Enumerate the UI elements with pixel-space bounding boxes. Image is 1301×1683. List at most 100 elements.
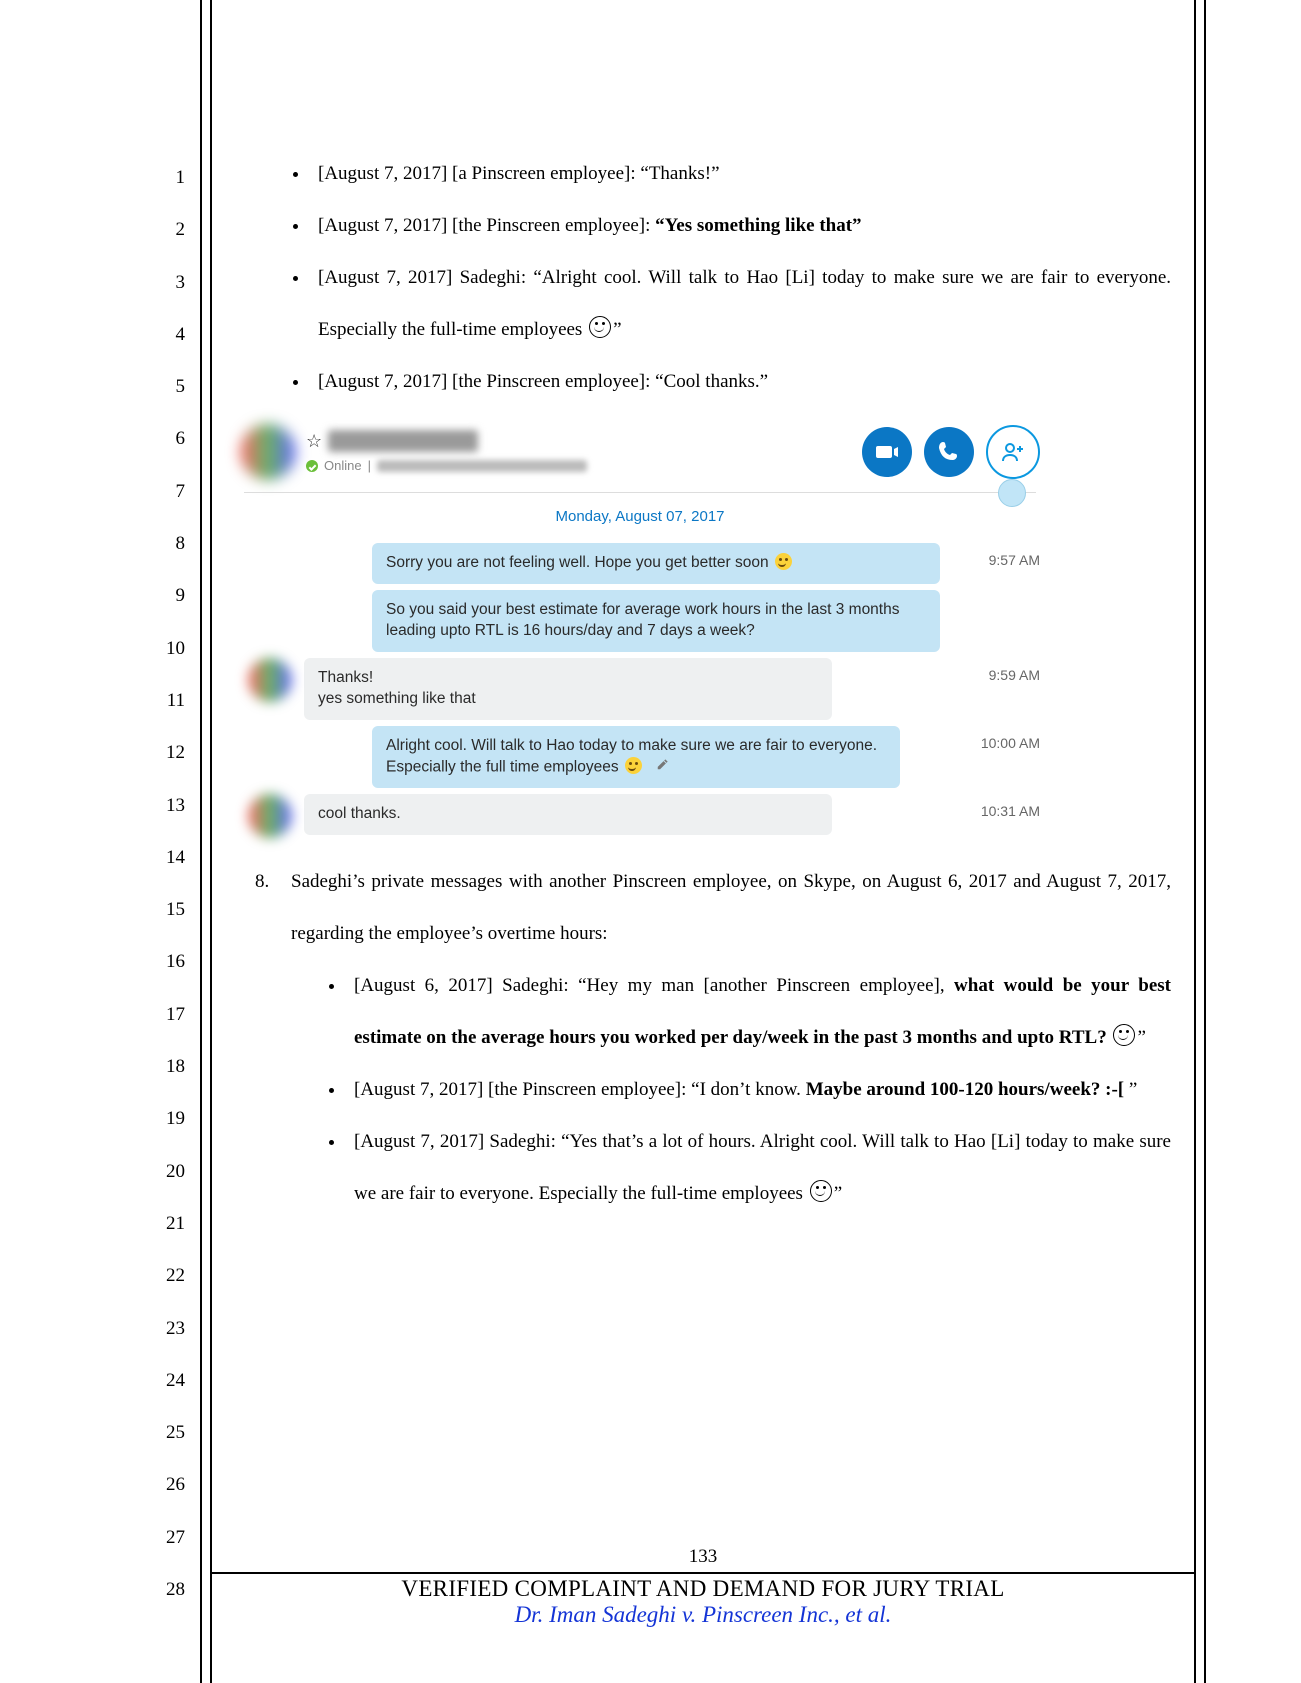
add-contact-button[interactable] — [986, 425, 1040, 479]
outgoing-message: So you said your best estimate for avera… — [372, 590, 940, 652]
message-row: Thanks! yes something like that 9:59 AM — [240, 658, 1040, 720]
avatar — [248, 658, 292, 702]
bullet-text: [August 7, 2017] [a Pinscreen employee]:… — [318, 163, 720, 184]
vertical-rule-right — [1194, 0, 1206, 1683]
footer-rule — [210, 1572, 1196, 1574]
bullet-item: [August 7, 2017] [a Pinscreen employee]:… — [310, 148, 1171, 200]
page-footer: 133 VERIFIED COMPLAINT AND DEMAND FOR JU… — [210, 1546, 1196, 1628]
message-timestamp: 10:31 AM — [965, 794, 1040, 821]
line-number: 16 — [155, 936, 185, 988]
line-number: 9 — [155, 570, 185, 622]
smiley-icon — [1113, 1024, 1135, 1046]
line-number: 19 — [155, 1093, 185, 1145]
add-person-icon — [1001, 440, 1025, 464]
line-number: 10 — [155, 623, 185, 675]
line-number: 21 — [155, 1198, 185, 1250]
line-number: 5 — [155, 361, 185, 413]
line-number: 2 — [155, 204, 185, 256]
header-separator — [244, 492, 1036, 493]
line-number: 18 — [155, 1041, 185, 1093]
video-camera-icon — [875, 440, 899, 464]
avatar — [240, 424, 296, 480]
vertical-rule-left — [200, 0, 212, 1683]
line-number: 23 — [155, 1303, 185, 1355]
message-timestamp: 10:00 AM — [965, 726, 1040, 753]
smiley-emoji-icon — [775, 553, 792, 570]
message-text: So you said your best estimate for avera… — [386, 601, 899, 639]
message-timestamp: 9:57 AM — [973, 543, 1040, 570]
line-number: 14 — [155, 832, 185, 884]
bullet-text: ” — [1137, 1027, 1145, 1048]
message-text: yes something like that — [318, 689, 818, 710]
footer-title: VERIFIED COMPLAINT AND DEMAND FOR JURY T… — [210, 1576, 1196, 1602]
bullet-bold: Maybe around 100-120 hours/week? :-[ — [806, 1079, 1129, 1100]
line-number: 3 — [155, 257, 185, 309]
bullet-text: [August 7, 2017] Sadeghi: “Yes that’s a … — [354, 1131, 1171, 1204]
separator: | — [368, 457, 371, 475]
paragraph-text: Sadeghi’s private messages with another … — [291, 871, 1171, 944]
line-number: 20 — [155, 1146, 185, 1198]
numbered-paragraph: 8. Sadeghi’s private messages with anoth… — [255, 856, 1171, 1220]
line-numbers: 1234567891011121314151617181920212223242… — [155, 152, 185, 1616]
line-number: 22 — [155, 1250, 185, 1302]
message-timestamp: 9:59 AM — [973, 658, 1040, 685]
line-number: 17 — [155, 989, 185, 1041]
line-number: 15 — [155, 884, 185, 936]
line-number: 11 — [155, 675, 185, 727]
incoming-message: cool thanks. — [304, 794, 832, 835]
bullet-item: [August 6, 2017] Sadeghi: “Hey my man [a… — [346, 960, 1171, 1064]
bullet-item: [August 7, 2017] [the Pinscreen employee… — [310, 200, 1171, 252]
bullet-text: ” — [613, 319, 621, 340]
line-number: 8 — [155, 518, 185, 570]
line-number: 24 — [155, 1355, 185, 1407]
message-row: Alright cool. Will talk to Hao today to … — [240, 726, 1040, 788]
message-text: cool thanks. — [318, 805, 401, 822]
edited-icon — [656, 757, 670, 778]
bullet-text: [August 7, 2017] [the Pinscreen employee… — [318, 215, 655, 236]
outgoing-message: Alright cool. Will talk to Hao today to … — [372, 726, 900, 788]
favorite-star-icon[interactable]: ☆ — [306, 429, 322, 453]
line-number: 1 — [155, 152, 185, 204]
bullet-text: [August 6, 2017] Sadeghi: “Hey my man [a… — [354, 975, 954, 996]
outgoing-message: Sorry you are not feeling well. Hope you… — [372, 543, 940, 584]
bullet-text: ” — [834, 1183, 842, 1204]
redacted-location — [377, 460, 587, 472]
bullet-item: [August 7, 2017] Sadeghi: “Alright cool.… — [310, 252, 1171, 356]
presence-online-icon — [306, 460, 318, 472]
smiley-emoji-icon — [625, 757, 642, 774]
bullet-text: ” — [1129, 1079, 1137, 1100]
skype-header: ☆ Online | — [230, 416, 1050, 492]
avatar — [248, 794, 292, 838]
line-number: 28 — [155, 1564, 185, 1616]
line-number: 12 — [155, 727, 185, 779]
video-call-button[interactable] — [862, 427, 912, 477]
message-text: Sorry you are not feeling well. Hope you… — [386, 554, 773, 571]
bullet-text: [August 7, 2017] Sadeghi: “Alright cool.… — [318, 267, 1171, 340]
smiley-icon — [810, 1180, 832, 1202]
skype-screenshot: ☆ Online | — [230, 416, 1050, 838]
line-number: 6 — [155, 413, 185, 465]
bullet-item: [August 7, 2017] [the Pinscreen employee… — [310, 356, 1171, 408]
paragraph-number: 8. — [255, 856, 291, 1220]
message-text: Thanks! — [318, 668, 818, 689]
audio-call-button[interactable] — [924, 427, 974, 477]
bullet-item: [August 7, 2017] [the Pinscreen employee… — [346, 1064, 1171, 1116]
bullet-bold: “Yes something like that” — [655, 215, 861, 236]
message-row: cool thanks. 10:31 AM — [240, 794, 1040, 838]
bullet-text: [August 7, 2017] [the Pinscreen employee… — [354, 1079, 806, 1100]
line-number: 27 — [155, 1512, 185, 1564]
globe-icon — [998, 479, 1026, 507]
footer-case-caption: Dr. Iman Sadeghi v. Pinscreen Inc., et a… — [210, 1602, 1196, 1628]
line-number: 4 — [155, 309, 185, 361]
date-divider: Monday, August 07, 2017 — [230, 493, 1050, 537]
bullet-item: [August 7, 2017] Sadeghi: “Yes that’s a … — [346, 1116, 1171, 1220]
page-number: 133 — [210, 1546, 1196, 1568]
contact-name-block: ☆ Online | — [306, 429, 862, 475]
smiley-icon — [589, 316, 611, 338]
message-row: Sorry you are not feeling well. Hope you… — [240, 543, 1040, 652]
presence-text: Online — [324, 457, 362, 475]
line-number: 7 — [155, 466, 185, 518]
call-actions — [862, 425, 1040, 479]
phone-icon — [937, 440, 961, 464]
incoming-message: Thanks! yes something like that — [304, 658, 832, 720]
